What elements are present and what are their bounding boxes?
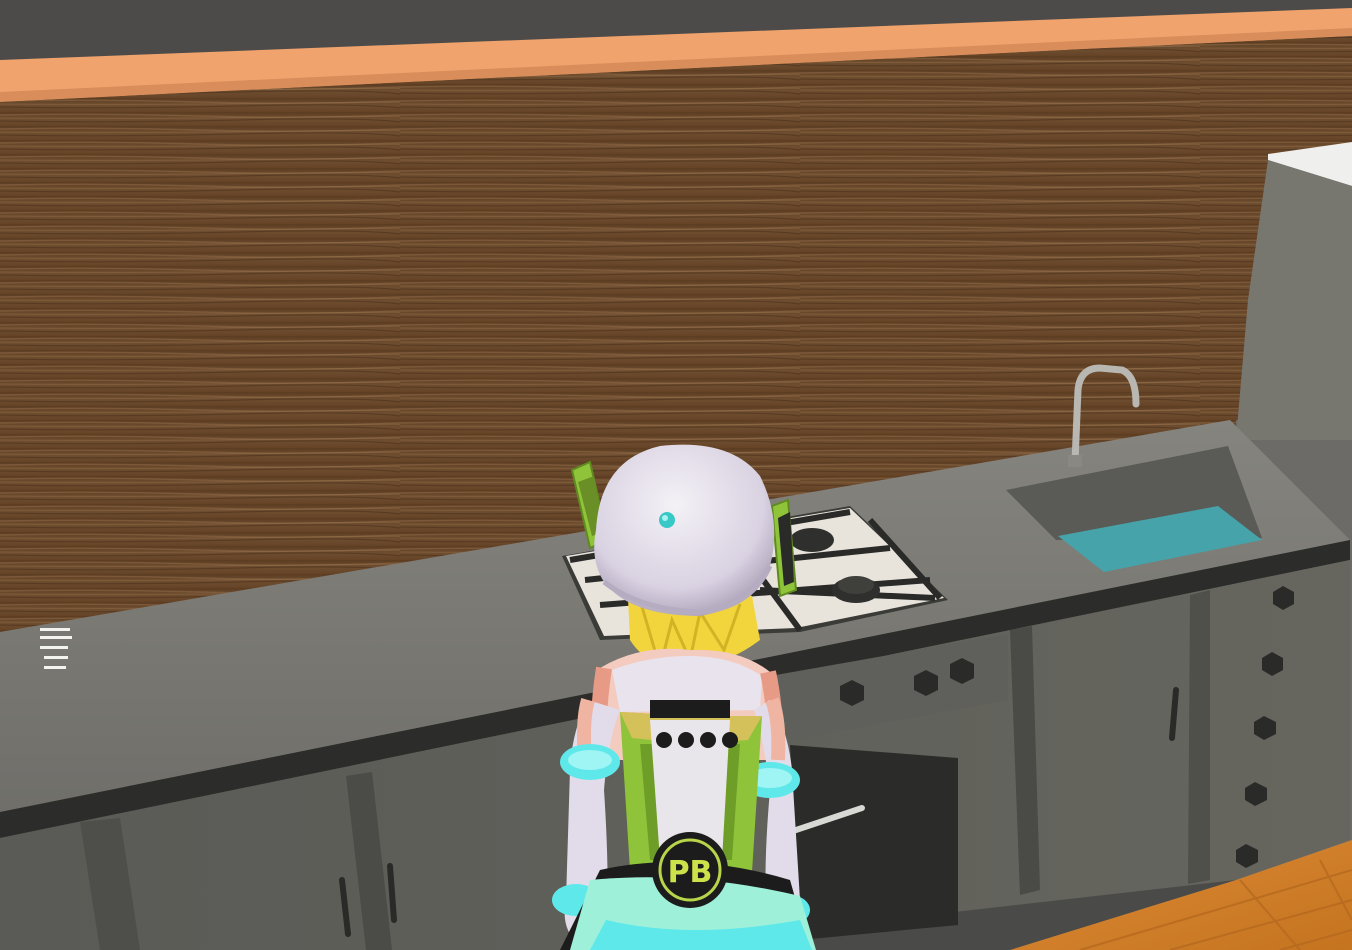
kitchen-scene: PB <box>0 0 1352 950</box>
character-hat <box>594 444 775 616</box>
game-viewport[interactable]: PB <box>0 0 1352 950</box>
emblem-text: PB <box>668 855 713 890</box>
oven-door <box>790 745 958 940</box>
burner <box>790 528 834 552</box>
